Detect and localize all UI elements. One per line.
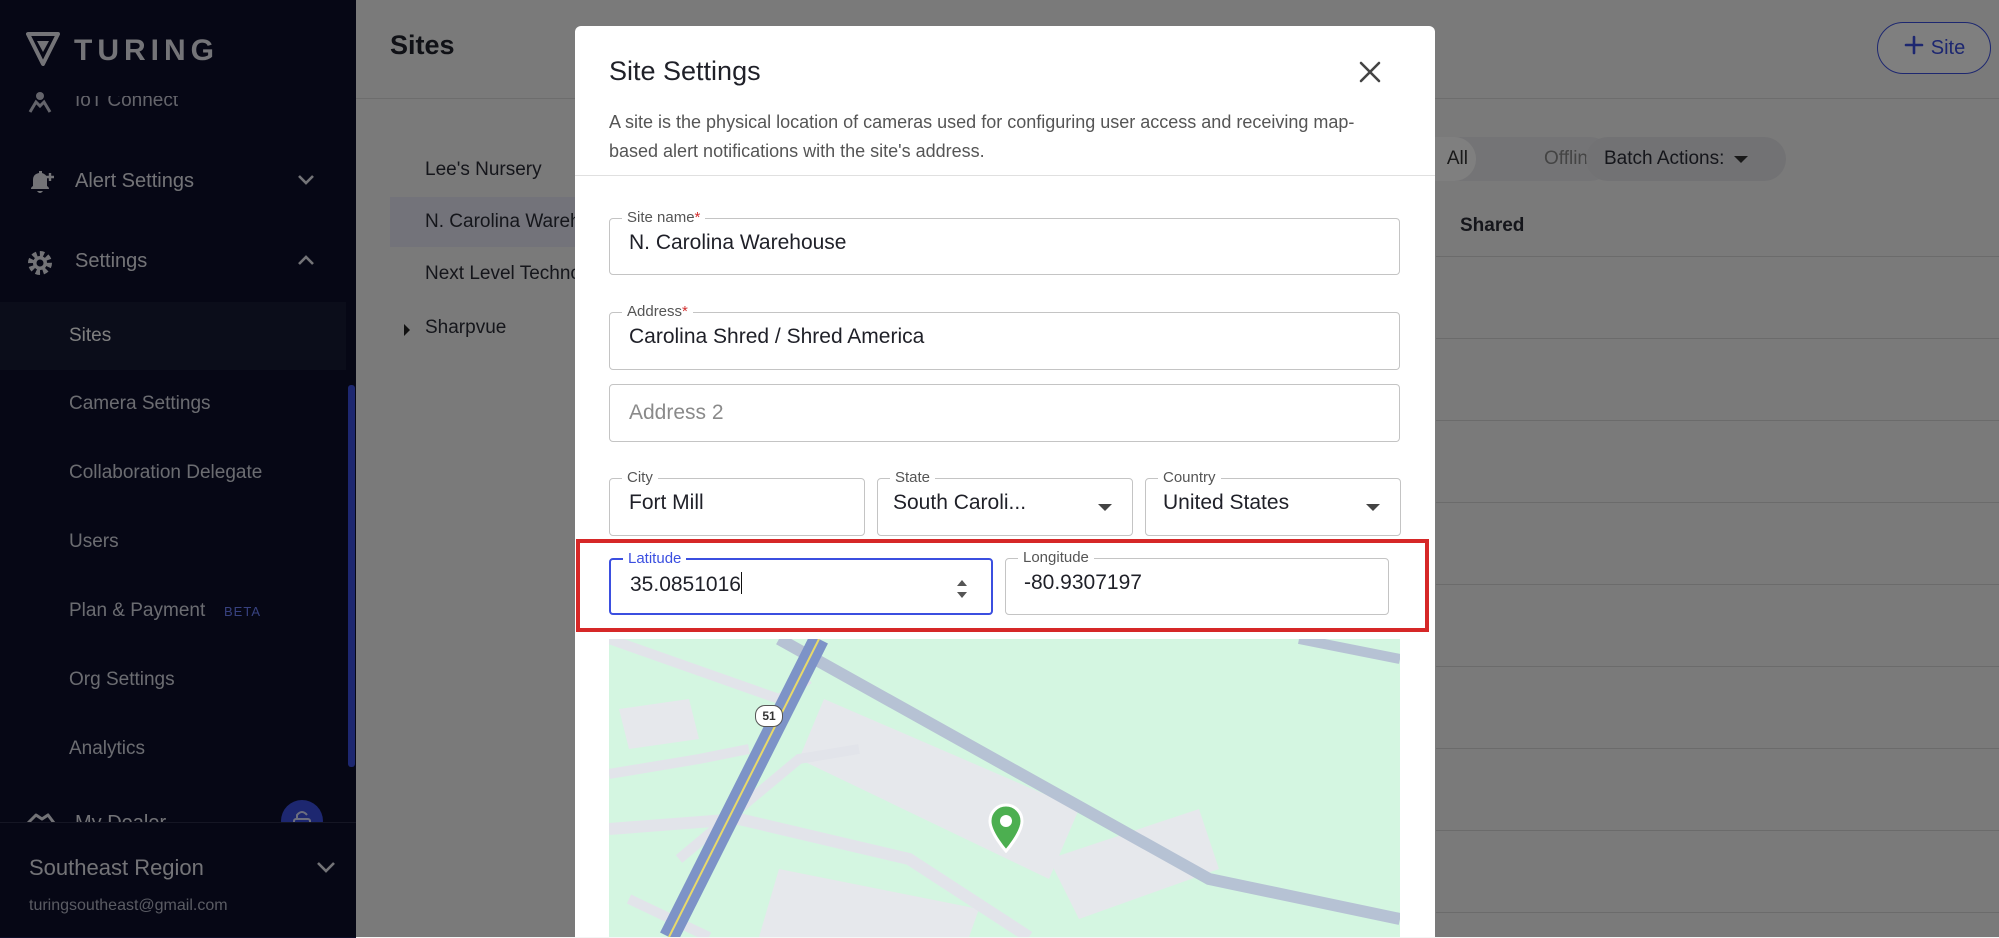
field-label: Site name* bbox=[622, 209, 706, 226]
map-canvas bbox=[609, 639, 1400, 937]
site-name-field[interactable]: Site name* N. Carolina Warehouse bbox=[609, 209, 1400, 275]
field-value: United States bbox=[1163, 491, 1290, 514]
site-settings-dialog: Site Settings A site is the physical loc… bbox=[575, 26, 1435, 937]
field-label: City bbox=[622, 469, 658, 486]
site-map[interactable]: 51 bbox=[609, 639, 1400, 937]
number-spinner[interactable] bbox=[954, 575, 970, 603]
country-select[interactable]: Country United States bbox=[1145, 469, 1401, 536]
field-value: Carolina Shred / Shred America bbox=[629, 325, 925, 348]
latitude-input[interactable]: Latitude 35.0851016 bbox=[609, 550, 993, 615]
caret-down-icon bbox=[1098, 504, 1112, 511]
dialog-divider bbox=[575, 175, 1435, 176]
field-placeholder: Address 2 bbox=[629, 401, 724, 424]
field-value: 35.0851016 bbox=[630, 572, 743, 596]
close-button[interactable] bbox=[1350, 54, 1390, 94]
address2-field[interactable]: Address 2 bbox=[609, 384, 1400, 442]
location-pin-icon[interactable] bbox=[986, 803, 1026, 858]
state-select[interactable]: State South Caroli... bbox=[877, 469, 1133, 536]
field-value: South Caroli... bbox=[893, 491, 1027, 514]
city-field[interactable]: City Fort Mill bbox=[609, 469, 865, 536]
close-icon bbox=[1358, 60, 1382, 89]
field-label: Country bbox=[1158, 469, 1221, 486]
dialog-title: Site Settings bbox=[609, 56, 761, 86]
longitude-input[interactable]: Longitude -80.9307197 bbox=[1005, 549, 1389, 615]
field-label: Longitude bbox=[1018, 549, 1094, 566]
dialog-description: A site is the physical location of camer… bbox=[609, 112, 1355, 161]
text-cursor bbox=[740, 572, 743, 594]
route-51-shield: 51 bbox=[755, 705, 783, 727]
address-field[interactable]: Address* Carolina Shred / Shred America bbox=[609, 303, 1400, 370]
field-value: Fort Mill bbox=[629, 491, 704, 514]
field-value: -80.9307197 bbox=[1024, 571, 1142, 594]
field-label: Address* bbox=[622, 303, 693, 320]
caret-down-icon bbox=[1366, 504, 1380, 511]
field-label: Latitude bbox=[623, 550, 687, 567]
field-value: N. Carolina Warehouse bbox=[629, 231, 847, 254]
field-label: State bbox=[890, 469, 936, 486]
